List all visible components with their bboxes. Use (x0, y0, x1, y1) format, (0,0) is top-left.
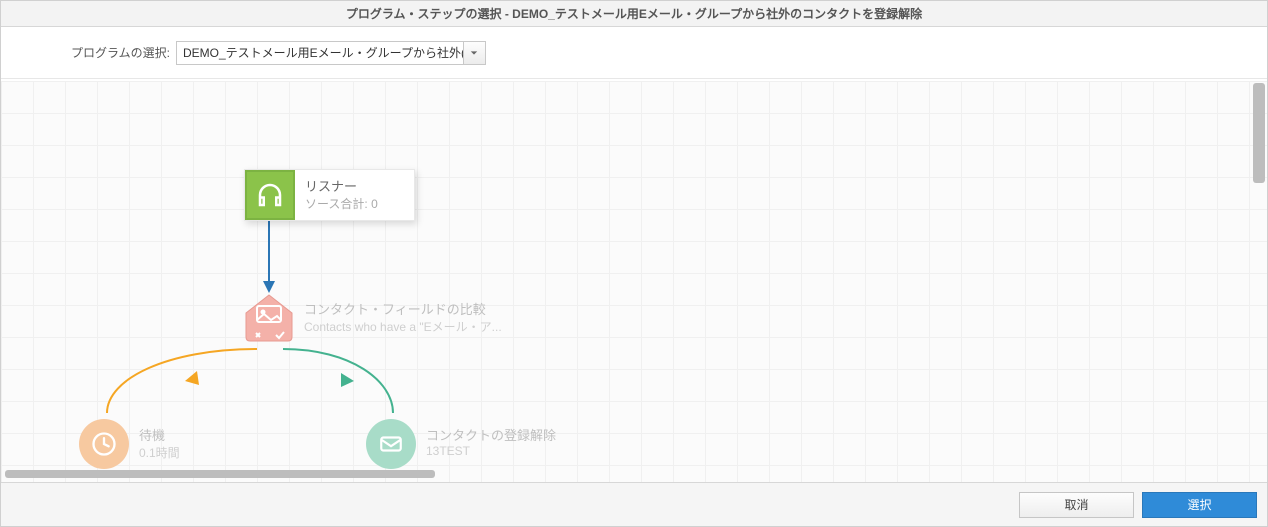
node-unsubscribe[interactable]: コンタクトの登録解除 13TEST (366, 419, 556, 469)
headphones-icon (245, 170, 295, 220)
cancel-button-label: 取消 (1064, 496, 1088, 513)
node-listener[interactable]: リスナー ソース合計: 0 (244, 169, 415, 221)
dialog-title-text: プログラム・ステップの選択 - DEMO_テストメール用Eメール・グループから社… (346, 5, 922, 22)
node-compare[interactable]: コンタクト・フィールドの比較 Contacts who have a "Eメール… (244, 293, 512, 343)
dialog-footer: 取消 選択 (1, 482, 1267, 526)
chevron-down-icon (470, 46, 478, 60)
clock-icon (79, 419, 129, 469)
horizontal-scrollbar[interactable] (5, 470, 435, 478)
program-select-dropdown-button[interactable] (463, 42, 485, 64)
program-select-label: プログラムの選択: (71, 44, 170, 61)
cancel-button[interactable]: 取消 (1019, 492, 1134, 518)
node-listener-subtitle: ソース合計: 0 (305, 195, 378, 212)
node-compare-title: コンタクト・フィールドの比較 (304, 299, 502, 318)
node-unsubscribe-subtitle: 13TEST (426, 444, 556, 458)
decision-icon (244, 293, 294, 343)
select-button-label: 選択 (1187, 496, 1211, 513)
controls-bar: プログラムの選択: DEMO_テストメール用Eメール・グループから社外( (1, 27, 1267, 79)
node-listener-title: リスナー (305, 176, 378, 195)
node-wait-title: 待機 (139, 425, 180, 444)
node-wait-subtitle: 0.1時間 (139, 444, 180, 461)
program-select[interactable]: DEMO_テストメール用Eメール・グループから社外( (176, 41, 486, 65)
flow-canvas[interactable]: リスナー ソース合計: 0 コンタクト・フィールドの比較 Contacts wh… (1, 81, 1267, 482)
vertical-scrollbar[interactable] (1253, 83, 1265, 183)
node-compare-subtitle: Contacts who have a "Eメール・ア... (304, 318, 502, 335)
dialog-title: プログラム・ステップの選択 - DEMO_テストメール用Eメール・グループから社… (1, 1, 1267, 27)
select-button[interactable]: 選択 (1142, 492, 1257, 518)
node-wait[interactable]: 待機 0.1時間 (79, 419, 180, 469)
envelope-icon (366, 419, 416, 469)
program-select-value: DEMO_テストメール用Eメール・グループから社外( (177, 42, 463, 64)
node-unsubscribe-title: コンタクトの登録解除 (426, 425, 556, 444)
canvas-grid (1, 81, 1267, 482)
